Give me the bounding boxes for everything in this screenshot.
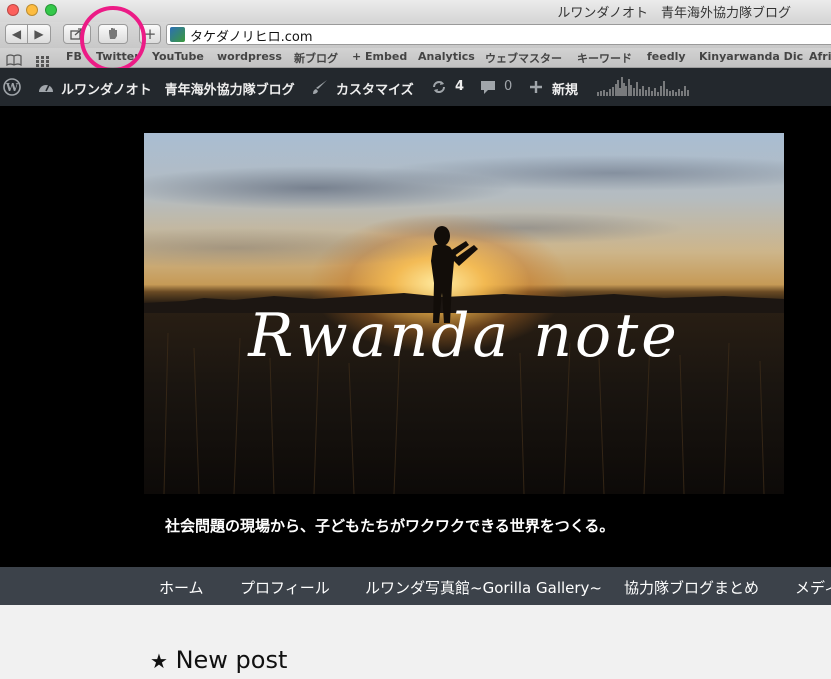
main-content: ★ New post <box>0 605 831 679</box>
customize-link[interactable]: カスタマイズ <box>336 79 414 98</box>
nav-item-media[interactable]: メディ <box>795 577 831 598</box>
bookmark-embed[interactable]: + Embed <box>352 50 407 63</box>
url-text: タケダノリヒロ.com <box>190 30 313 45</box>
address-bar[interactable]: タケダノリヒロ.com <box>166 24 831 45</box>
bookmark-feedly[interactable]: feedly <box>647 50 686 63</box>
bookmark-kinyarwanda-dic[interactable]: Kinyarwanda Dic <box>699 50 803 63</box>
bookmark-wordpress[interactable]: wordpress <box>217 50 282 63</box>
svg-text:W: W <box>5 81 19 94</box>
comments-icon <box>480 79 496 99</box>
wp-admin-bar: W ルワンダノオト 青年海外協力隊ブログ カスタマイズ 4 0 新規 <box>0 68 831 106</box>
site-favicon-icon <box>170 27 185 42</box>
bookmark-analytics[interactable]: Analytics <box>418 50 475 63</box>
nav-item-blog-summary[interactable]: 協力隊ブログまとめ <box>624 577 759 598</box>
brush-icon <box>312 79 328 99</box>
zoom-window-button[interactable] <box>45 4 57 16</box>
nav-item-home[interactable]: ホーム <box>159 577 204 598</box>
plus-new-icon <box>529 79 543 98</box>
section-title-text: New post <box>175 646 288 674</box>
comments-count[interactable]: 0 <box>504 79 512 94</box>
dashboard-icon <box>38 79 54 98</box>
forward-icon: ▶ <box>34 27 44 41</box>
bookmark-fb[interactable]: FB <box>66 50 82 63</box>
updates-icon <box>431 79 447 99</box>
updates-count[interactable]: 4 <box>455 79 464 94</box>
star-icon: ★ <box>150 649 168 673</box>
stats-sparkline-icon[interactable] <box>596 74 692 100</box>
forward-button[interactable]: ▶ <box>27 24 51 44</box>
minimize-window-button[interactable] <box>26 4 38 16</box>
nav-item-profile[interactable]: プロフィール <box>240 577 330 598</box>
wordpress-logo-icon[interactable]: W <box>3 78 21 100</box>
bookmark-keyword[interactable]: キーワード <box>577 50 632 66</box>
site-logo-title[interactable]: Rwanda note <box>144 301 784 371</box>
bookmark-afri[interactable]: Afri <box>809 50 831 63</box>
back-button[interactable]: ◀ <box>5 24 28 44</box>
nav-item-gallery[interactable]: ルワンダ写真館~Gorilla Gallery~ <box>365 577 602 598</box>
bookmark-webmaster[interactable]: ウェブマスター <box>485 50 562 66</box>
header-image[interactable]: Rwanda note <box>144 133 784 494</box>
main-navigation: ホーム プロフィール ルワンダ写真館~Gorilla Gallery~ 協力隊ブ… <box>0 567 831 605</box>
window-title: ルワンダノオト 青年海外協力隊ブログ <box>557 6 791 21</box>
site-header: Rwanda note 社会問題の現場から、子どもたちがワクワクできる世界をつく… <box>0 106 831 567</box>
site-tagline: 社会問題の現場から、子どもたちがワクワクできる世界をつくる。 <box>165 517 615 535</box>
new-content-link[interactable]: 新規 <box>552 79 578 98</box>
site-name-link[interactable]: ルワンダノオト 青年海外協力隊ブログ <box>61 79 295 98</box>
back-icon: ◀ <box>11 27 22 41</box>
section-heading: ★ New post <box>150 646 287 674</box>
highlight-circle <box>80 6 146 72</box>
close-window-button[interactable] <box>7 4 19 16</box>
bookmark-youtube[interactable]: YouTube <box>152 50 204 63</box>
bookmark-new-blog[interactable]: 新ブログ <box>294 50 338 66</box>
